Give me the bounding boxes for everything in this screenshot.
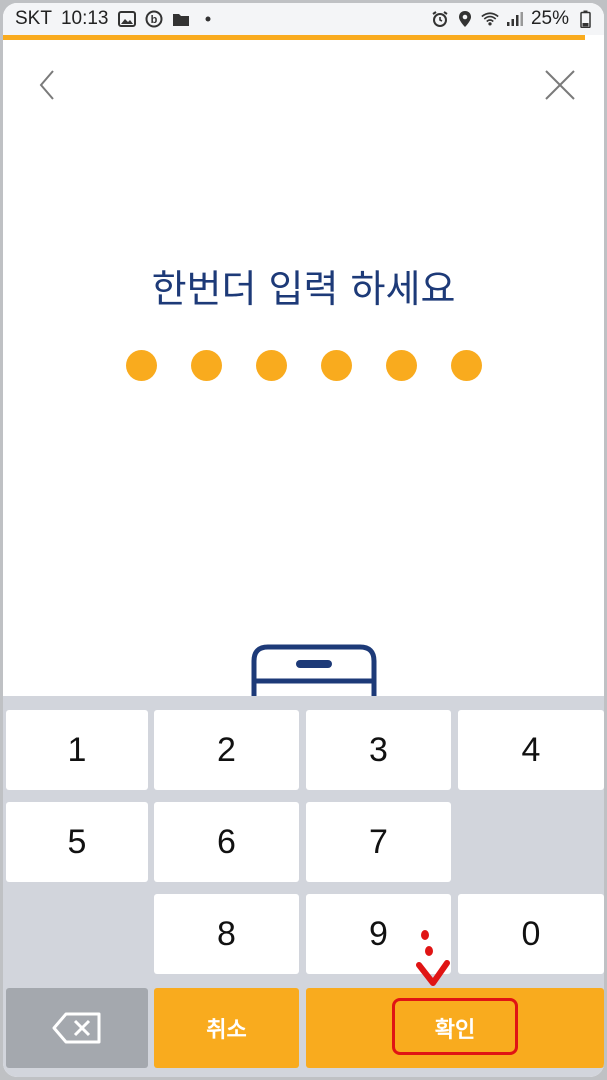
header: [3, 40, 604, 130]
pin-dot: [125, 350, 157, 381]
key-4[interactable]: 4: [458, 710, 604, 790]
pin-dot: [320, 350, 352, 381]
page-title: 한번더 입력 하세요: [151, 267, 456, 311]
chevron-left-icon: [39, 70, 54, 100]
key-1[interactable]: 1: [6, 710, 148, 790]
status-bar: SKT 10:13 b 25%: [3, 3, 604, 35]
backspace-button[interactable]: [6, 988, 148, 1068]
image-icon: [117, 10, 136, 28]
carrier-label: SKT: [15, 8, 52, 29]
key-0[interactable]: 0: [458, 894, 604, 974]
pin-dot: [450, 350, 482, 381]
pin-dot: [190, 350, 222, 381]
signal-icon: [506, 10, 524, 28]
back-button[interactable]: [31, 68, 65, 102]
device-screen: SKT 10:13 b 25% 한번더 입력 하세요 1 2 3 4 5 6 7…: [3, 3, 604, 1077]
cancel-button[interactable]: 취소: [154, 988, 299, 1068]
close-icon: [545, 70, 575, 100]
pin-indicator: [3, 350, 604, 381]
dot-icon: [199, 10, 217, 28]
backspace-icon: [52, 1012, 101, 1044]
location-icon: [456, 10, 474, 28]
numeric-keypad: 1 2 3 4 5 6 7 8 9 0 취소 확인: [3, 696, 604, 1077]
key-3[interactable]: 3: [306, 710, 451, 790]
wifi-icon: [481, 10, 499, 28]
key-8[interactable]: 8: [154, 894, 299, 974]
folder-icon: [172, 10, 190, 28]
phone-illustration-icon: [251, 644, 377, 699]
battery-percent: 25%: [530, 8, 569, 29]
b-app-icon: b: [145, 10, 163, 28]
key-9[interactable]: 9: [306, 894, 451, 974]
pin-dot: [255, 350, 287, 381]
clock-time: 10:13: [60, 8, 109, 29]
battery-icon: [576, 10, 594, 28]
key-5[interactable]: 5: [6, 802, 148, 882]
pin-dot: [385, 350, 417, 381]
alarm-icon: [431, 10, 449, 28]
key-2[interactable]: 2: [154, 710, 299, 790]
confirm-button[interactable]: 확인: [306, 988, 604, 1068]
close-button[interactable]: [543, 68, 577, 102]
key-7[interactable]: 7: [306, 802, 451, 882]
svg-text:b: b: [150, 14, 157, 26]
key-6[interactable]: 6: [154, 802, 299, 882]
